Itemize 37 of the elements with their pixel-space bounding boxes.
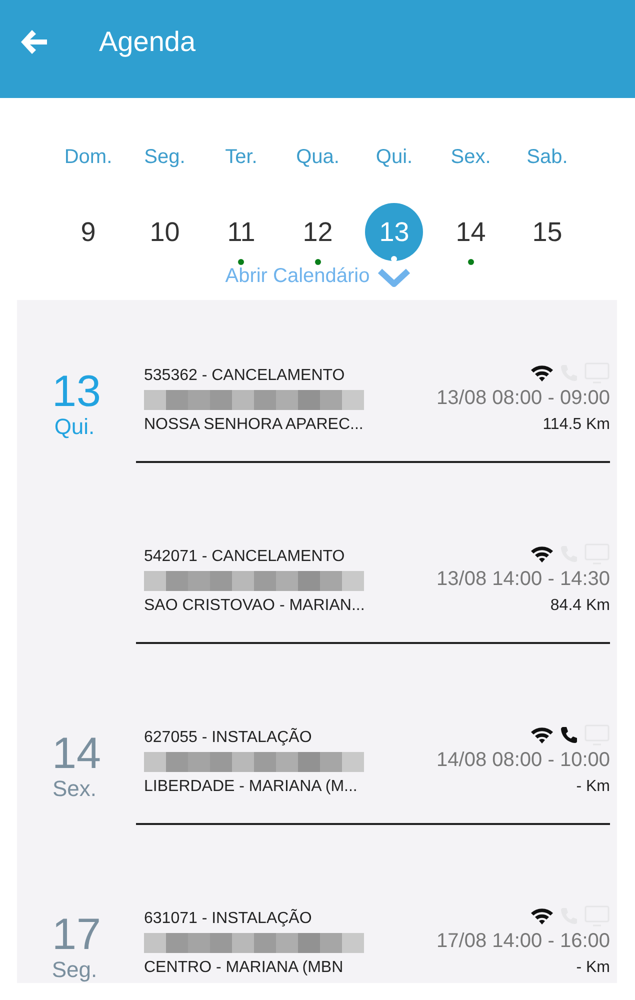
order-title: 627055 - INSTALAÇÃO: [144, 729, 312, 747]
date-weekday: Sex.: [52, 776, 97, 802]
time-range: 17/08 14:00 - 16:00: [436, 930, 610, 953]
order-title: 542071 - CANCELAMENTO: [144, 548, 345, 566]
location-text: NOSSA SENHORA APAREC...: [144, 416, 364, 434]
distance-text: - Km: [576, 959, 610, 977]
day-button[interactable]: 14: [442, 203, 500, 261]
distance-text: 84.4 Km: [550, 597, 610, 615]
weekday-label: Dom.: [64, 146, 112, 169]
time-range: 14/08 08:00 - 10:00: [436, 749, 610, 772]
distance-text: - Km: [576, 778, 610, 796]
weekday-label: Ter.: [225, 146, 258, 169]
date-weekday: Seg.: [52, 957, 98, 983]
day-button[interactable]: 12: [288, 203, 347, 261]
screen-title: Agenda: [99, 26, 196, 58]
location-text: LIBERDADE - MARIANA (M...: [144, 778, 358, 796]
day-button[interactable]: 11: [212, 203, 270, 261]
date-number: 17: [52, 913, 101, 957]
weekday-label: Sex.: [450, 146, 491, 169]
distance-text: 114.5 Km: [542, 416, 610, 434]
day-button[interactable]: 15: [518, 203, 576, 261]
weekday-label: Sab.: [526, 146, 568, 169]
date-weekday: Qui.: [54, 414, 95, 440]
date-number: 13: [52, 370, 101, 414]
date-number: 14: [52, 732, 101, 776]
weekday-label: Qui.: [376, 146, 413, 169]
time-range: 13/08 08:00 - 09:00: [436, 387, 610, 410]
day-button[interactable]: 10: [136, 203, 194, 261]
location-text: SAO CRISTOVAO - MARIAN...: [144, 597, 365, 615]
weekday-label: Seg.: [144, 146, 186, 169]
location-text: CENTRO - MARIANA (MBN: [144, 959, 344, 977]
weekday-label: Qua.: [296, 146, 340, 169]
chevron-down-icon: [378, 266, 410, 286]
order-title: 631071 - INSTALAÇÃO: [144, 910, 312, 928]
day-button[interactable]: 9: [59, 203, 118, 261]
order-title: 535362 - CANCELAMENTO: [144, 367, 345, 385]
time-range: 13/08 14:00 - 14:30: [436, 568, 610, 591]
